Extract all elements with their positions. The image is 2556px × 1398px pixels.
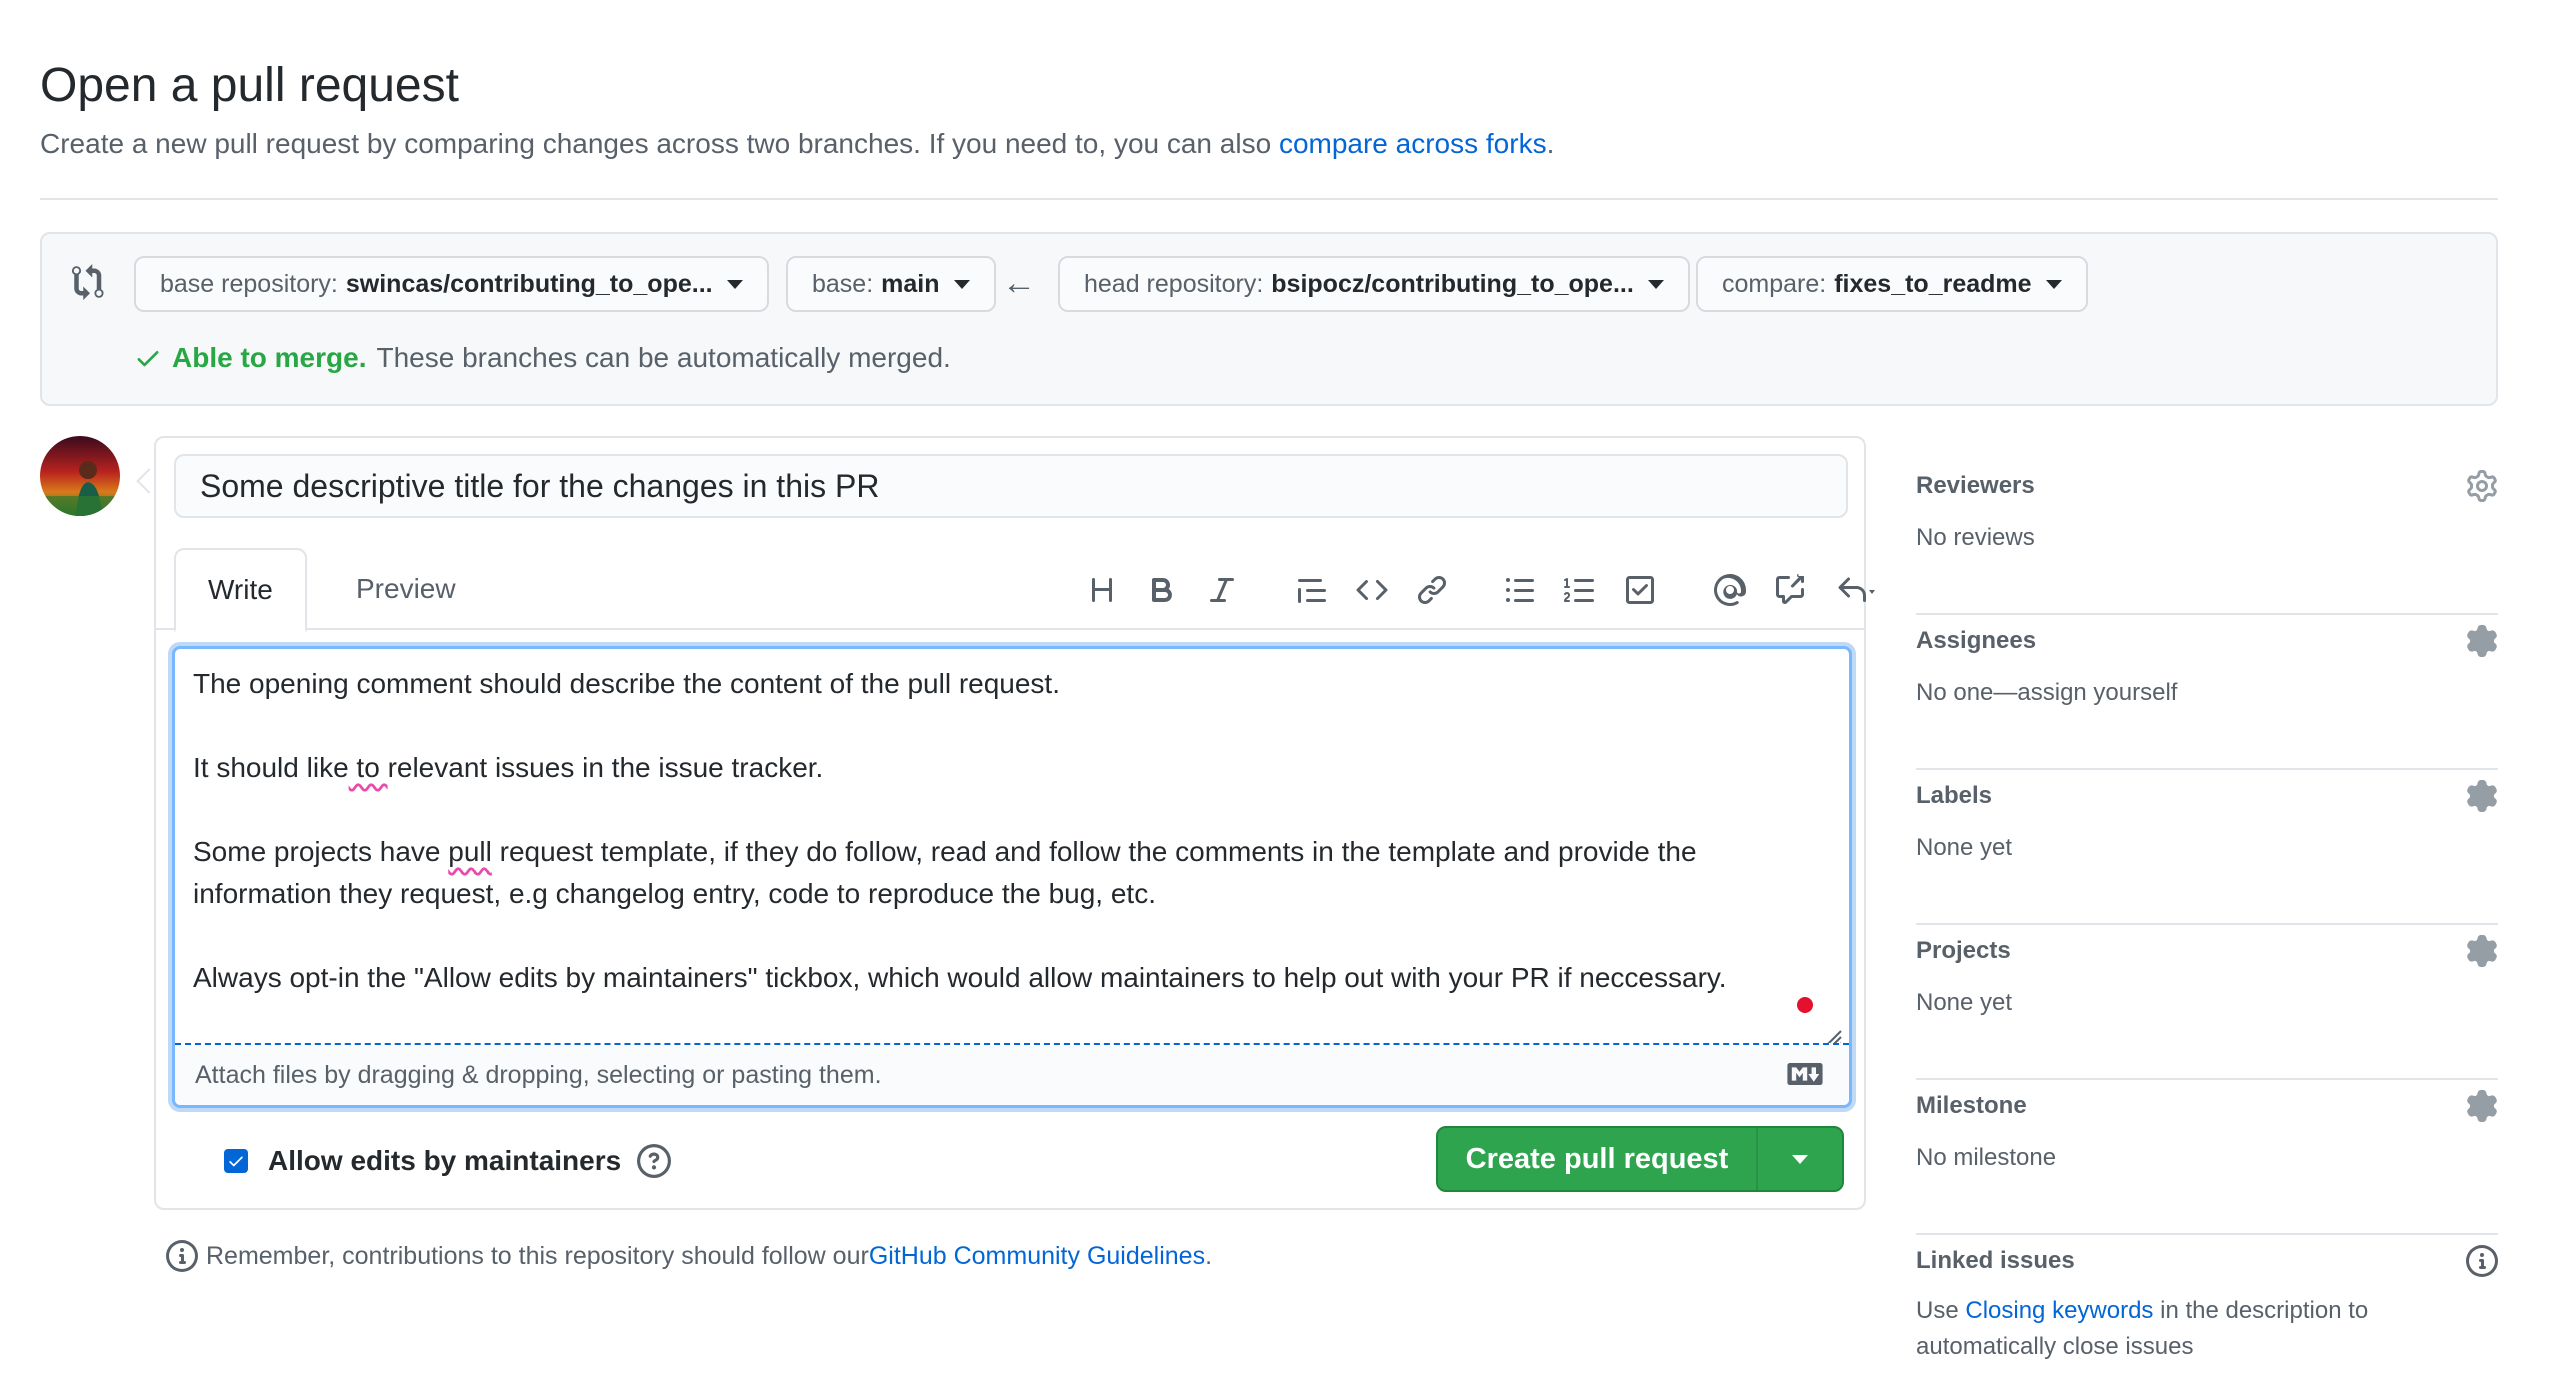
check-icon (229, 1156, 243, 1167)
avatar[interactable] (40, 436, 120, 516)
sidebar-milestone: Milestone No milestone (1916, 1080, 2498, 1235)
bold-icon[interactable] (1142, 570, 1182, 610)
heading-icon[interactable] (1082, 570, 1122, 610)
sidebar-title[interactable]: Milestone (1916, 1092, 2027, 1120)
compare-branches-box: base repository: swincas/contributing_to_… (40, 232, 2498, 406)
community-guidelines-link[interactable]: GitHub Community Guidelines (869, 1242, 1205, 1271)
sidebar-title: Linked issues (1916, 1247, 2075, 1274)
info-icon[interactable] (2466, 1245, 2498, 1277)
base-branch-label: base: (812, 269, 874, 298)
base-repository-select[interactable]: base repository: swincas/contributing_to_… (134, 256, 769, 312)
attach-files-text: Attach files by dragging & dropping, sel… (195, 1060, 882, 1089)
grammar-indicator-icon[interactable] (1797, 997, 1813, 1013)
base-branch-value: main (881, 269, 940, 298)
subtitle-text: Create a new pull request by comparing c… (40, 128, 1279, 159)
saved-replies-icon[interactable] (1832, 570, 1880, 610)
allow-edits-row: Allow edits by maintainers (224, 1144, 672, 1178)
sidebar-assignees: Assignees No one—assign yourself (1916, 615, 2498, 770)
sidebar-value[interactable]: No one—assign yourself (1916, 679, 2177, 707)
pr-title-input[interactable]: Some descriptive title for the changes i… (174, 454, 1848, 518)
community-guidelines-note: Remember, contributions to this reposito… (166, 1240, 1212, 1272)
body-line: Always opt-in the "Allow edits by mainta… (193, 962, 1727, 993)
create-pull-request-label[interactable]: Create pull request (1438, 1128, 1758, 1190)
cross-reference-icon[interactable] (1770, 570, 1810, 610)
pr-body-textarea[interactable]: The opening comment should describe the … (172, 646, 1852, 1108)
gear-icon[interactable] (2466, 935, 2498, 967)
page-subtitle: Create a new pull request by comparing c… (40, 128, 1554, 160)
gear-icon[interactable] (2466, 780, 2498, 812)
sidebar-value: Use Closing keywords in the description … (1916, 1293, 2436, 1365)
chevron-down-icon (1647, 279, 1664, 289)
chevron-down-icon (2045, 279, 2062, 289)
sidebar-projects: Projects None yet (1916, 925, 2498, 1080)
gear-icon[interactable] (2466, 1090, 2498, 1122)
tab-preview[interactable]: Preview (324, 548, 488, 630)
editor-tabs: Write Preview (156, 548, 1875, 632)
markdown-icon[interactable] (1787, 1063, 1823, 1085)
body-line: It should like to relevant issues in the… (193, 752, 824, 783)
base-repository-value: swincas/contributing_to_ope... (345, 269, 713, 298)
create-options-dropdown[interactable] (1758, 1128, 1842, 1190)
mention-icon[interactable] (1710, 570, 1750, 610)
sidebar-labels: Labels None yet (1916, 770, 2498, 925)
task-list-icon[interactable] (1620, 570, 1660, 610)
body-line: Some projects have pull request template… (193, 836, 1697, 909)
italic-icon[interactable] (1202, 570, 1242, 610)
linked-prefix: Use (1916, 1297, 1966, 1324)
chevron-down-icon (726, 279, 743, 289)
subtitle-suffix: . (1546, 128, 1555, 159)
base-branch-select[interactable]: base: main (786, 256, 996, 312)
sidebar-reviewers: Reviewers No reviews (1916, 460, 2498, 615)
arrow-left-icon: ← (1002, 264, 1036, 302)
head-repository-select[interactable]: head repository: bsipocz/contributing_to_… (1058, 256, 1690, 312)
sidebar-title[interactable]: Assignees (1916, 627, 2036, 655)
merge-status: Able to merge. These branches can be aut… (134, 342, 951, 374)
quote-icon[interactable] (1292, 570, 1332, 610)
remember-suffix: . (1205, 1241, 1213, 1270)
allow-edits-label[interactable]: Allow edits by maintainers (268, 1145, 621, 1177)
merge-status-text: These branches can be automatically merg… (376, 342, 951, 373)
gear-icon[interactable] (2466, 625, 2498, 657)
sidebar-linked-issues: Linked issues Use Closing keywords in th… (1916, 1235, 2498, 1398)
compare-branch-label: compare: (1722, 269, 1827, 298)
sidebar-title[interactable]: Projects (1916, 937, 2011, 965)
body-line: The opening comment should describe the … (193, 668, 1060, 699)
compare-across-forks-link[interactable]: compare across forks (1279, 128, 1547, 159)
sidebar-value: None yet (1916, 989, 2013, 1016)
pr-body-text[interactable]: The opening comment should describe the … (193, 663, 1833, 999)
chevron-down-icon (953, 279, 970, 289)
git-compare-icon (72, 264, 104, 300)
merge-ok-label: Able to merge. (172, 342, 367, 373)
sidebar-value: None yet (1916, 834, 2013, 861)
page-title: Open a pull request (40, 59, 459, 112)
question-icon[interactable] (637, 1144, 672, 1178)
info-icon (166, 1240, 198, 1272)
check-icon (137, 351, 159, 367)
gear-icon[interactable] (2466, 470, 2498, 502)
closing-keywords-link[interactable]: Closing keywords (1965, 1297, 2153, 1324)
unordered-list-icon[interactable] (1500, 570, 1540, 610)
sidebar-title[interactable]: Reviewers (1916, 472, 2035, 500)
sidebar-value: No milestone (1916, 1144, 2057, 1171)
header-divider (40, 198, 2498, 200)
compare-branch-value: fixes_to_readme (1834, 269, 2032, 298)
sidebar-value: No reviews (1916, 524, 2035, 551)
code-icon[interactable] (1352, 570, 1392, 610)
chevron-down-icon (1792, 1154, 1808, 1164)
head-repository-label: head repository: (1084, 269, 1264, 298)
compare-branch-select[interactable]: compare: fixes_to_readme (1696, 256, 2088, 312)
ordered-list-icon[interactable] (1560, 570, 1600, 610)
link-icon[interactable] (1412, 570, 1452, 610)
tab-write[interactable]: Write (174, 548, 307, 632)
avatar-image (40, 436, 120, 516)
sidebar: Reviewers No reviews Assignees No one—as… (1916, 460, 2498, 1398)
head-repository-value: bsipocz/contributing_to_ope... (1271, 269, 1634, 298)
remember-text: Remember, contributions to this reposito… (206, 1241, 869, 1270)
sidebar-title[interactable]: Labels (1916, 782, 1992, 810)
base-repository-label: base repository: (160, 269, 338, 298)
pull-request-form: Some descriptive title for the changes i… (154, 436, 1875, 1210)
create-pull-request-button[interactable]: Create pull request (1436, 1126, 1844, 1192)
allow-edits-checkbox[interactable] (224, 1149, 248, 1173)
attach-files-bar[interactable]: Attach files by dragging & dropping, sel… (175, 1043, 1849, 1105)
